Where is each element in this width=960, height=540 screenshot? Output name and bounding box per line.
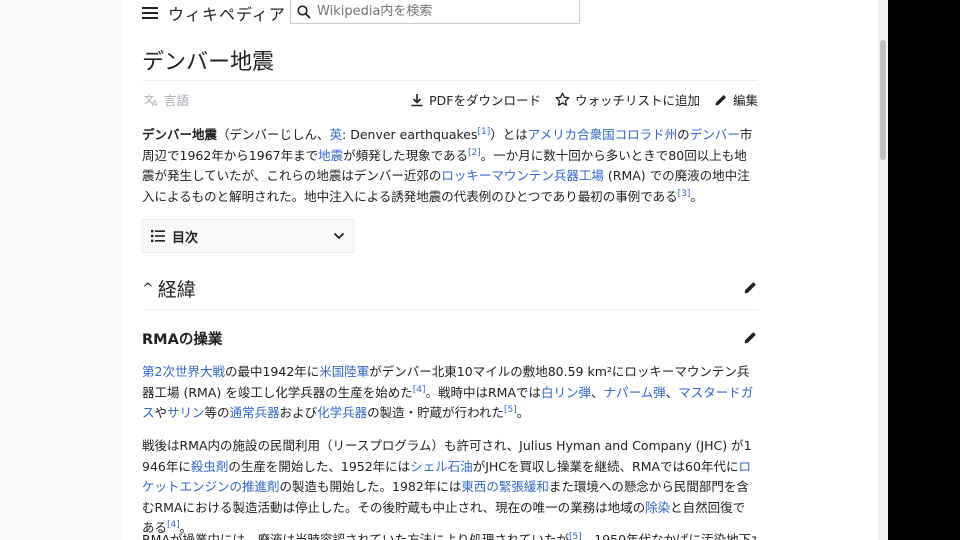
text-span: 、 [591, 384, 604, 400]
ref-5b[interactable]: [5] [569, 532, 582, 540]
text-span: 等の [204, 405, 230, 420]
edit-label: 編集 [732, 93, 758, 108]
link-rma[interactable]: ロッキーマウンテン兵器工場 [441, 168, 604, 183]
text-span: ）とは [490, 127, 528, 142]
download-pdf-button[interactable]: PDFをダウンロード [410, 90, 541, 109]
scrollbar-thumb[interactable] [880, 40, 886, 160]
svg-text:A: A [152, 99, 158, 107]
text-span: および [279, 405, 318, 420]
toc-label: 目次 [172, 230, 199, 246]
link-denver[interactable]: デンバー [690, 127, 740, 142]
text-span: の製造・貯蔵が行われた [367, 405, 504, 420]
ref-3[interactable]: [3] [678, 188, 691, 198]
rma-paragraph-2: 戦後はRMA内の施設の民間利用（リースプログラム）も許可され、Julius Hy… [142, 436, 756, 539]
link-shell[interactable]: シェル石油 [410, 459, 473, 474]
rma-paragraph-1: 第2次世界大戦の最中1942年に米国陸軍がデンバー北東10マイルの敷地80.59… [142, 362, 756, 424]
link-colorado[interactable]: コロラド州 [615, 127, 678, 142]
text-span: 、1950年代なかばに汚染地下水 [581, 532, 756, 540]
link-us-army[interactable]: 米国陸軍 [319, 364, 369, 379]
text-span: がJHCを買収し操業を継続、RMAでは60年代に [472, 458, 739, 474]
star-icon [555, 92, 570, 106]
link-napalm[interactable]: ナパーム弾 [604, 385, 666, 400]
language-button[interactable]: 文 A 言語 [144, 90, 189, 109]
text-span: の [677, 127, 690, 142]
section-divider [142, 309, 758, 310]
article-toolbar: 文 A 言語 PDFをダウンロード ウォッチリストに追加 編集 [142, 90, 758, 110]
text-span: 。 [516, 405, 530, 420]
page-title: デンバー地震 [142, 50, 275, 75]
text-span: の製造も開始した。1982年には [279, 479, 462, 494]
watchlist-label: ウォッチリストに追加 [574, 93, 700, 108]
section-heading-text: 経緯 [157, 279, 196, 301]
link-english[interactable]: 英 [330, 127, 343, 142]
link-usa[interactable]: アメリカ合衆国 [528, 127, 615, 142]
subsection-edit-icon[interactable] [743, 330, 758, 345]
left-gutter [0, 0, 122, 540]
collapse-caret-icon[interactable]: ^ [142, 281, 154, 297]
edit-button[interactable]: 編集 [714, 90, 758, 109]
download-pdf-label: PDFをダウンロード [429, 93, 541, 108]
rma-paragraph-3: RMAが操業中には、廃液は当時容認されていた方法により処理されていたが[5]、1… [142, 530, 756, 540]
search-icon [297, 4, 311, 19]
link-ww2[interactable]: 第2次世界大戦 [142, 364, 225, 379]
text-span: 、 [665, 384, 679, 400]
chevron-down-icon [333, 232, 345, 240]
list-icon [151, 230, 165, 242]
lead-term: デンバー地震 [142, 127, 218, 142]
ref-1[interactable]: [1] [478, 127, 491, 137]
ref-5[interactable]: [5] [504, 405, 517, 415]
browser-page: ウィキペディア デンバー地震 文 A 言語 PDFをダウンロード [0, 0, 888, 540]
ref-4b[interactable]: [4] [167, 520, 180, 530]
text-span: 。 [690, 188, 703, 204]
text-span: : Denver earthquakes [342, 127, 478, 142]
text-span: が頻発した現象である [343, 147, 469, 163]
title-divider [142, 80, 758, 81]
intro-paragraph: デンバー地震（デンバーじしん、英: Denver earthquakes[1]）… [142, 125, 756, 207]
ref-4[interactable]: [4] [413, 384, 426, 394]
text-span: RMAが操業中には、廃液は当時容認されていた方法により処理されていたが [142, 532, 570, 540]
link-detente[interactable]: 東西の緊張緩和 [461, 479, 549, 494]
translate-icon: 文 A [144, 93, 158, 107]
text-span: の最中1942年に [224, 364, 320, 379]
subsection-heading: RMAの操業 [142, 332, 223, 348]
pencil-icon [715, 94, 726, 105]
search-box[interactable] [290, 0, 580, 24]
text-span: （デンバーじしん、 [217, 127, 330, 142]
menu-icon[interactable] [142, 7, 158, 19]
text-span: や [154, 405, 168, 420]
watchlist-button[interactable]: ウォッチリストに追加 [555, 90, 700, 109]
site-logo[interactable]: ウィキペディア [168, 1, 286, 25]
link-decontamination[interactable]: 除染 [645, 500, 670, 515]
toc-toggle[interactable]: 目次 [142, 219, 354, 253]
link-earthquake[interactable]: 地震 [318, 148, 343, 163]
section-heading[interactable]: ^ 経緯 [142, 275, 196, 302]
section-edit-icon[interactable] [743, 280, 758, 295]
download-icon [411, 93, 423, 106]
text-span: の生産を開始した、1952年には [228, 458, 411, 474]
text-span: 。戦時中はRMAでは [425, 384, 542, 400]
language-label: 言語 [164, 93, 190, 108]
ref-2[interactable]: [2] [468, 147, 481, 157]
scrollbar[interactable] [878, 0, 888, 540]
link-insecticide[interactable]: 殺虫剤 [191, 459, 229, 474]
site-header: ウィキペディア [142, 0, 286, 26]
link-chemical-weapons[interactable]: 化学兵器 [317, 405, 367, 420]
link-sarin[interactable]: サリン [167, 405, 205, 420]
link-conventional-weapons[interactable]: 通常兵器 [230, 405, 280, 420]
link-white-phosphorus[interactable]: 白リン弾 [541, 385, 591, 400]
search-input[interactable] [317, 4, 557, 19]
